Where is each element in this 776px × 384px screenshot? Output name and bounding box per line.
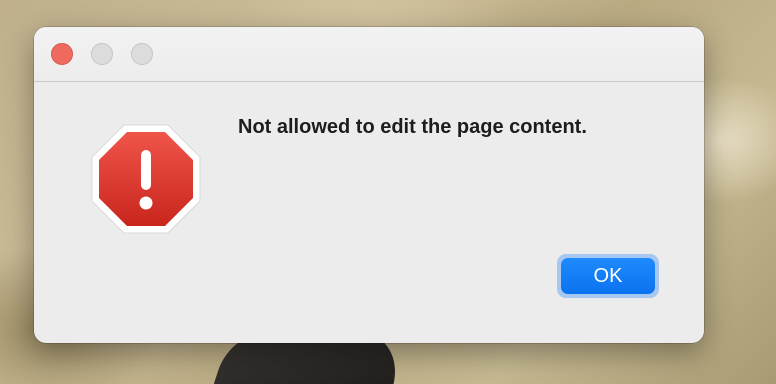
zoom-window-button <box>131 43 153 65</box>
close-window-button[interactable] <box>51 43 73 65</box>
stop-icon <box>91 124 201 234</box>
title-bar[interactable] <box>34 27 704 82</box>
alert-dialog: Not allowed to edit the page content. OK <box>34 27 704 343</box>
ok-button[interactable]: OK <box>561 258 655 294</box>
minimize-window-button <box>91 43 113 65</box>
alert-message: Not allowed to edit the page content. <box>238 116 587 138</box>
